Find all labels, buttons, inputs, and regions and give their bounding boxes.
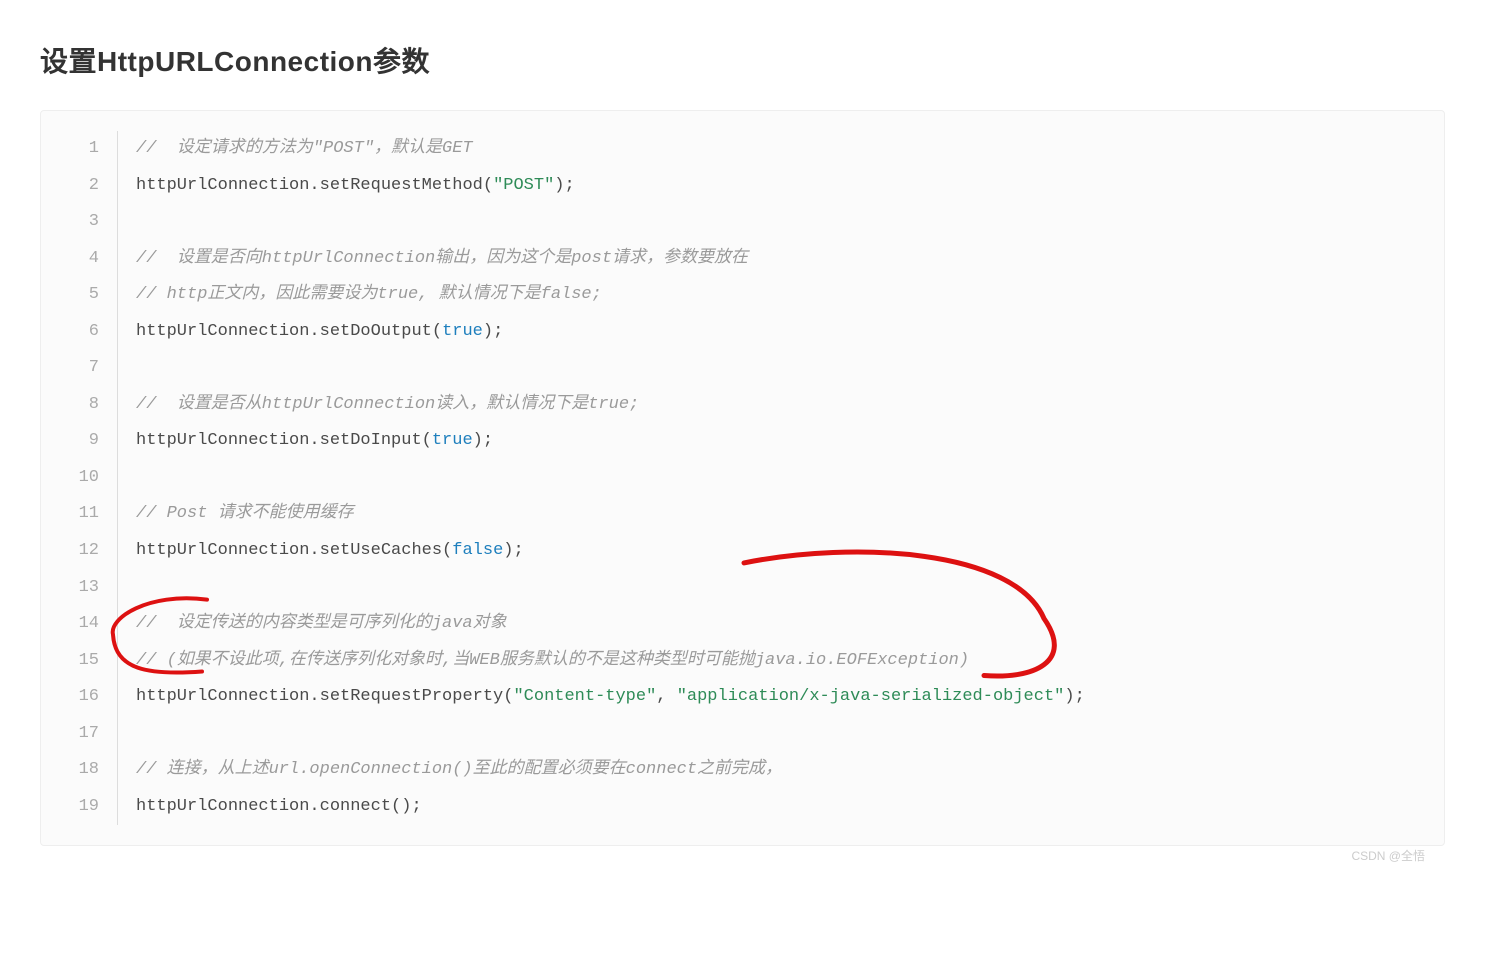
- code-content: // http正文内，因此需要设为true, 默认情况下是false;: [118, 277, 602, 314]
- code-block: 1// 设定请求的方法为"POST"，默认是GET2httpUrlConnect…: [40, 110, 1445, 846]
- section-title: 设置HttpURLConnection参数: [40, 40, 1445, 80]
- code-line: 19httpUrlConnection.connect();: [51, 789, 1434, 826]
- line-number: 1: [51, 131, 118, 168]
- code-line: 1// 设定请求的方法为"POST"，默认是GET: [51, 131, 1434, 168]
- code-content: httpUrlConnection.setRequestProperty("Co…: [118, 679, 1085, 716]
- line-number: 13: [51, 570, 118, 607]
- code-line: 18// 连接，从上述url.openConnection()至此的配置必须要在…: [51, 752, 1434, 789]
- code-line: 12httpUrlConnection.setUseCaches(false);: [51, 533, 1434, 570]
- code-line: 2httpUrlConnection.setRequestMethod("POS…: [51, 168, 1434, 205]
- line-number: 16: [51, 679, 118, 716]
- code-line: 14// 设定传送的内容类型是可序列化的java对象: [51, 606, 1434, 643]
- line-number: 11: [51, 496, 118, 533]
- code-content: httpUrlConnection.setRequestMethod("POST…: [118, 168, 575, 205]
- code-line: 6httpUrlConnection.setDoOutput(true);: [51, 314, 1434, 351]
- code-line: 3: [51, 204, 1434, 241]
- code-line: 5// http正文内，因此需要设为true, 默认情况下是false;: [51, 277, 1434, 314]
- code-content: httpUrlConnection.connect();: [118, 789, 422, 826]
- code-content: // 设置是否从httpUrlConnection读入，默认情况下是true;: [118, 387, 639, 424]
- line-number: 15: [51, 643, 118, 680]
- code-line: 9httpUrlConnection.setDoInput(true);: [51, 423, 1434, 460]
- line-number: 4: [51, 241, 118, 278]
- line-number: 6: [51, 314, 118, 351]
- code-content: // 设置是否向httpUrlConnection输出，因为这个是post请求，…: [118, 241, 748, 278]
- line-number: 14: [51, 606, 118, 643]
- code-line: 17: [51, 716, 1434, 753]
- line-number: 3: [51, 204, 118, 241]
- watermark: CSDN @全悟: [1351, 847, 1425, 864]
- line-number: 19: [51, 789, 118, 826]
- code-content: httpUrlConnection.setUseCaches(false);: [118, 533, 524, 570]
- code-line: 4// 设置是否向httpUrlConnection输出，因为这个是post请求…: [51, 241, 1434, 278]
- line-number: 18: [51, 752, 118, 789]
- code-content: // Post 请求不能使用缓存: [118, 496, 354, 533]
- line-number: 2: [51, 168, 118, 205]
- line-number: 9: [51, 423, 118, 460]
- code-line: 13: [51, 570, 1434, 607]
- code-content: // 设定传送的内容类型是可序列化的java对象: [118, 606, 507, 643]
- code-line: 11// Post 请求不能使用缓存: [51, 496, 1434, 533]
- code-line: 7: [51, 350, 1434, 387]
- code-line: 15// (如果不设此项,在传送序列化对象时,当WEB服务默认的不是这种类型时可…: [51, 643, 1434, 680]
- code-line: 10: [51, 460, 1434, 497]
- code-line: 16httpUrlConnection.setRequestProperty("…: [51, 679, 1434, 716]
- line-number: 5: [51, 277, 118, 314]
- code-content: httpUrlConnection.setDoInput(true);: [118, 423, 493, 460]
- code-content: httpUrlConnection.setDoOutput(true);: [118, 314, 503, 351]
- line-number: 10: [51, 460, 118, 497]
- code-content: // 连接，从上述url.openConnection()至此的配置必须要在co…: [118, 752, 782, 789]
- line-number: 12: [51, 533, 118, 570]
- code-content: // 设定请求的方法为"POST"，默认是GET: [118, 131, 473, 168]
- code-line: 8// 设置是否从httpUrlConnection读入，默认情况下是true;: [51, 387, 1434, 424]
- line-number: 7: [51, 350, 118, 387]
- line-number: 8: [51, 387, 118, 424]
- line-number: 17: [51, 716, 118, 753]
- code-content: // (如果不设此项,在传送序列化对象时,当WEB服务默认的不是这种类型时可能抛…: [118, 643, 969, 680]
